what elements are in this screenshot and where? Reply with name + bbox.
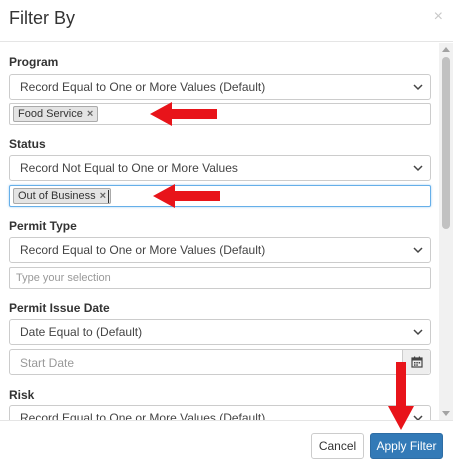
cancel-button[interactable]: Cancel <box>311 433 364 459</box>
chevron-down-icon <box>413 247 423 254</box>
risk-operator-value: Record Equal to One or More Values (Defa… <box>20 411 266 421</box>
chevron-down-icon <box>413 415 423 420</box>
annotation-arrow-left-icon <box>150 102 217 126</box>
status-operator-select[interactable]: Record Not Equal to One or More Values <box>9 155 431 181</box>
annotation-arrow-left-icon <box>153 184 220 208</box>
program-values-input[interactable]: Food Service × <box>9 103 431 125</box>
annotation-arrow-down-icon <box>388 362 414 430</box>
tag-label: Out of Business <box>18 190 96 202</box>
modal-header: Filter By × <box>0 0 453 42</box>
scroll-up-icon[interactable] <box>442 47 450 52</box>
permit-type-operator-select[interactable]: Record Equal to One or More Values (Defa… <box>9 237 431 263</box>
status-label: Status <box>9 137 46 151</box>
permit-type-values-input[interactable]: Type your selection <box>9 267 431 289</box>
permit-issue-date-label: Permit Issue Date <box>9 301 110 315</box>
program-label: Program <box>9 55 59 69</box>
tag-remove-icon[interactable]: × <box>87 108 93 120</box>
permit-type-operator-value: Record Equal to One or More Values (Defa… <box>20 243 266 257</box>
permit-type-label: Permit Type <box>9 219 77 233</box>
risk-label: Risk <box>9 388 35 402</box>
permit-issue-date-operator-select[interactable]: Date Equal to (Default) <box>9 319 431 345</box>
status-operator-value: Record Not Equal to One or More Values <box>20 161 238 175</box>
chevron-down-icon <box>413 165 423 172</box>
start-date-input[interactable]: Start Date <box>9 349 431 375</box>
scrollbar-thumb[interactable] <box>442 57 450 229</box>
chevron-down-icon <box>413 329 423 336</box>
permit-type-placeholder: Type your selection <box>16 272 111 284</box>
chevron-down-icon <box>413 84 423 91</box>
program-operator-select[interactable]: Record Equal to One or More Values (Defa… <box>9 74 431 100</box>
modal-title: Filter By <box>9 8 76 28</box>
modal-scrollbar[interactable] <box>439 43 453 420</box>
text-caret <box>108 190 109 203</box>
close-icon[interactable]: × <box>434 8 443 26</box>
status-value-tag: Out of Business × <box>13 188 112 204</box>
start-date-placeholder: Start Date <box>20 356 75 370</box>
program-value-tag: Food Service × <box>13 106 99 122</box>
tag-remove-icon[interactable]: × <box>100 190 106 202</box>
permit-issue-date-operator-value: Date Equal to (Default) <box>20 325 143 339</box>
filter-modal: Filter By × Program Record Equal to One … <box>0 0 453 468</box>
program-operator-value: Record Equal to One or More Values (Defa… <box>20 80 266 94</box>
modal-footer: Cancel Apply Filter <box>0 420 453 468</box>
modal-body[interactable]: Program Record Equal to One or More Valu… <box>0 43 453 420</box>
tag-label: Food Service <box>18 108 83 120</box>
risk-operator-select[interactable]: Record Equal to One or More Values (Defa… <box>9 405 431 420</box>
apply-filter-button[interactable]: Apply Filter <box>370 433 443 459</box>
scroll-down-icon[interactable] <box>442 411 450 416</box>
